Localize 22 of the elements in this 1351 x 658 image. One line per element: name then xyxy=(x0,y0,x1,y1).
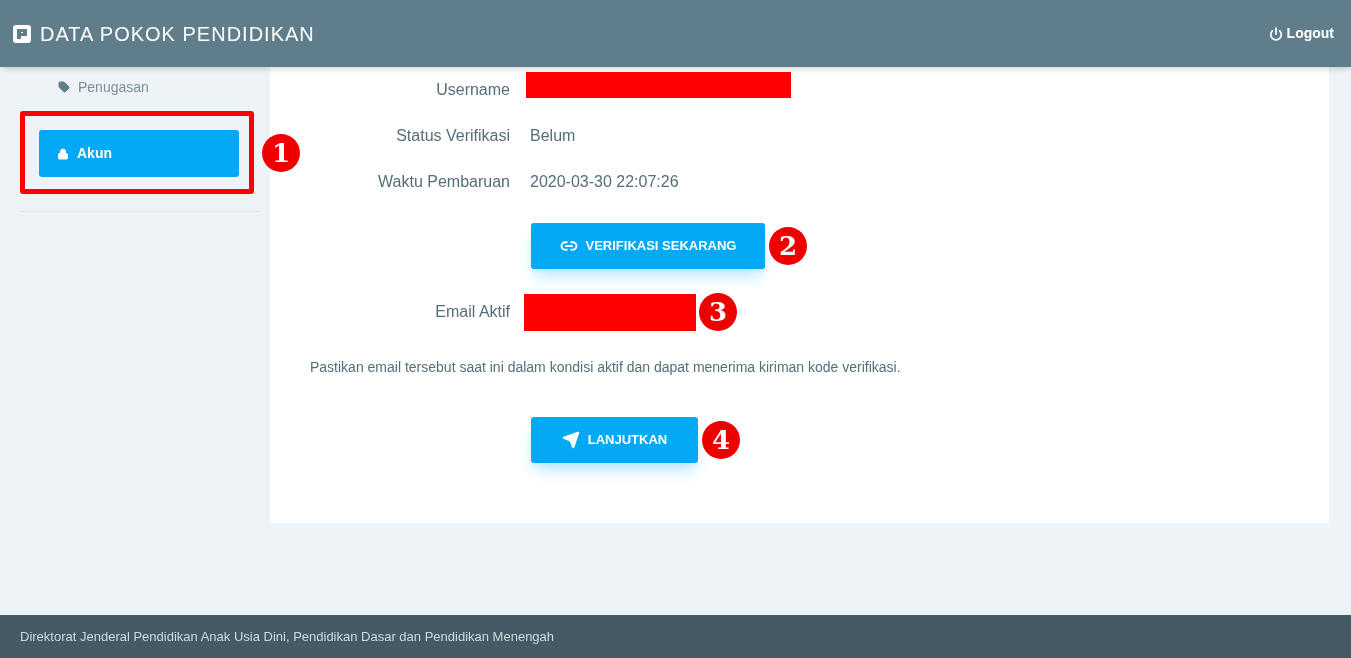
note-text: Pastikan email tersebut saat ini dalam kondisi aktif dan dapat menerima kiriman kode verifikasi. xyxy=(310,358,902,377)
lock-icon xyxy=(57,147,69,160)
logout-button[interactable]: Logout xyxy=(1268,23,1334,44)
app-title: DATA POKOK PENDIDIKAN xyxy=(40,21,315,47)
field-label: Email Aktif xyxy=(434,302,510,322)
sidebar-button[interactable]: Akun xyxy=(39,130,239,177)
field-value: 2020-03-30 22:07:26 xyxy=(530,172,679,192)
callout-number: 2 xyxy=(769,227,807,265)
logo-icon xyxy=(12,23,32,44)
field-value: Belum xyxy=(530,126,576,146)
field-label: Waktu Pembaruan xyxy=(377,172,510,192)
power-icon xyxy=(1268,26,1283,41)
verify-button[interactable]: VERIFIKASI SEKARANG xyxy=(531,223,765,269)
send-icon xyxy=(561,431,580,449)
field-label: Username xyxy=(435,80,510,100)
tag-icon xyxy=(58,81,70,93)
field-label: Status Verifikasi xyxy=(395,126,510,146)
callout-number: 4 xyxy=(702,421,740,459)
callout-number: 3 xyxy=(699,293,737,331)
continue-button[interactable]: LANJUTKAN xyxy=(531,417,698,463)
footer-text: Direktorat Jenderal Pendidikan Anak Usia Dini, Pendidikan Dasar dan Pendidikan Menengah xyxy=(20,627,555,646)
sidebar-link[interactable]: Penugasan xyxy=(78,76,149,98)
